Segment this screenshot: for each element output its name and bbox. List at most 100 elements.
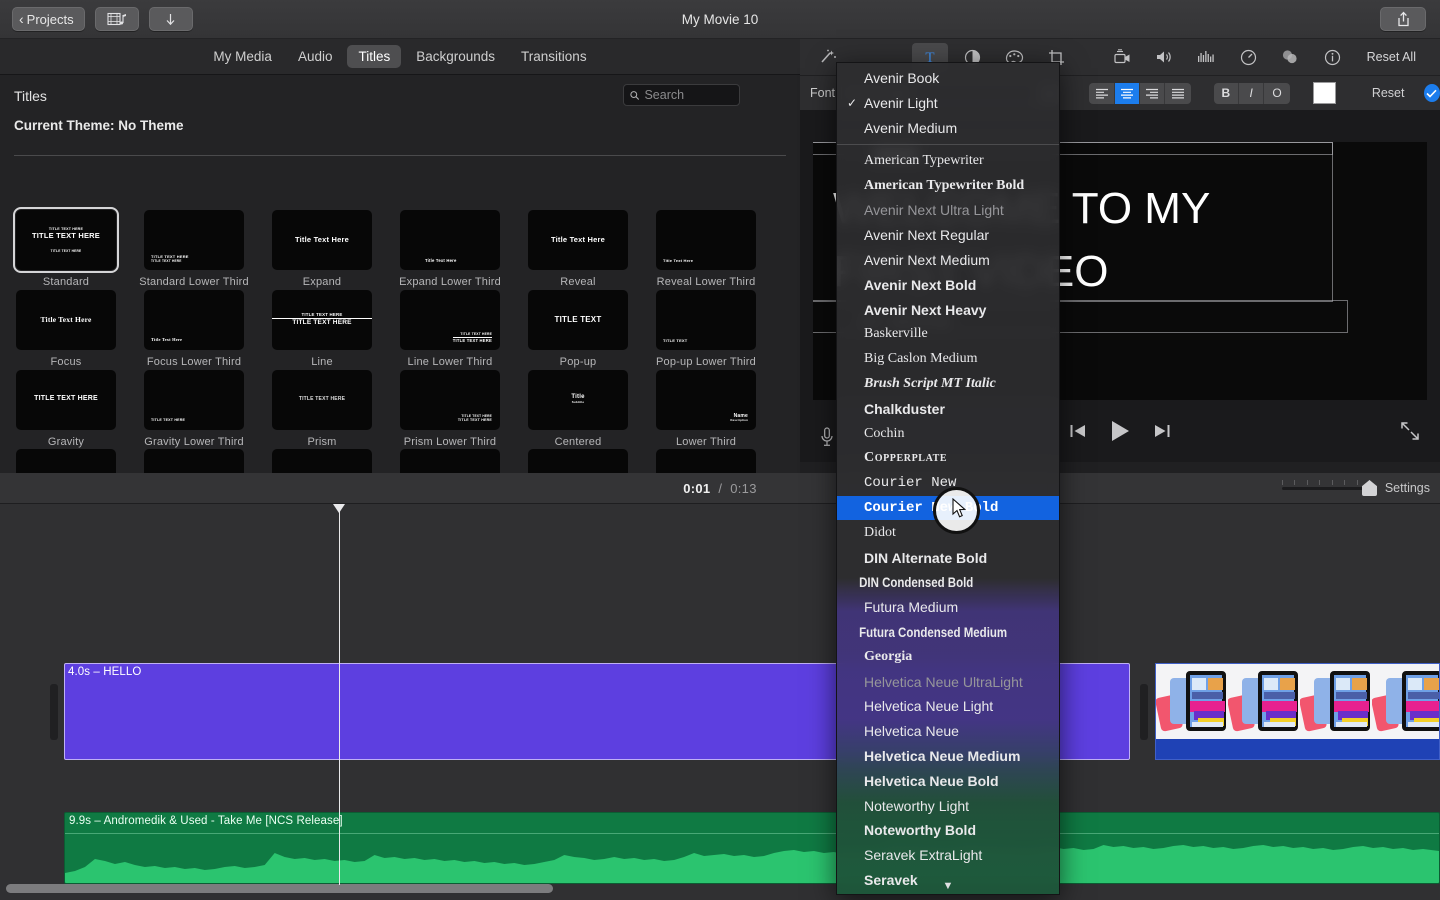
timeline-area[interactable]: 4.0s – HELLO [0,504,1440,900]
tab-backgrounds[interactable]: Backgrounds [405,45,506,68]
font-menu-item[interactable]: Helvetica Neue [837,719,1059,744]
font-menu-item[interactable]: Helvetica Neue UltraLight [837,669,1059,694]
align-justify-icon[interactable] [1165,83,1190,104]
apply-check-button[interactable] [1424,84,1440,102]
title-item-row4-d[interactable] [393,449,507,473]
font-menu-item[interactable]: Avenir Medium [837,116,1059,141]
projects-back-button[interactable]: ‹ Projects [12,7,85,31]
skip-forward-icon[interactable] [1153,423,1171,444]
timeline-video-clip[interactable] [1155,663,1440,760]
font-menu-item[interactable]: Helvetica Neue Bold [837,768,1059,793]
tab-audio[interactable]: Audio [287,45,344,68]
info-icon[interactable] [1314,43,1350,71]
title-item-row4-e[interactable]: Title [521,449,635,473]
text-color-swatch[interactable] [1313,82,1337,104]
reset-button[interactable]: Reset [1372,86,1405,100]
font-menu-item[interactable]: Avenir Next Ultra Light [837,198,1059,223]
title-item-lower-third[interactable]: Name Description Lower Third [649,370,763,450]
skip-back-icon[interactable] [1069,423,1087,444]
font-menu-item[interactable]: Big Caslon Medium [837,347,1059,372]
title-item-focus[interactable]: Title Text Here Focus [9,290,123,370]
font-menu-item[interactable]: Avenir Next Regular [837,223,1059,248]
title-item-row4-b[interactable]: Name [137,449,251,473]
outline-button[interactable]: O [1264,83,1289,104]
scrollbar-thumb[interactable] [6,884,553,893]
title-item-focus-lower-third[interactable]: Title Text Here Focus Lower Third [137,290,251,370]
font-menu-item[interactable]: Chalkduster [837,396,1059,421]
speed-icon[interactable] [1230,43,1266,71]
play-icon[interactable] [1109,419,1131,448]
title-item-centered[interactable]: Title Subtitle Centered [521,370,635,450]
title-item-line-lower-third[interactable]: TITLE TEXT HERE TITLE TEXT HERE Line Low… [393,290,507,370]
clip-drag-handle-left[interactable] [50,684,58,740]
playhead[interactable] [339,504,340,885]
import-download-button[interactable] [149,7,193,31]
title-item-gravity-lower-third[interactable]: TITLE TEXT HERE Gravity Lower Third [137,370,251,450]
volume-icon[interactable] [1146,43,1182,71]
font-menu-item[interactable]: Helvetica Neue Light [837,694,1059,719]
title-item-pop-up[interactable]: TITLE TEXT Pop-up [521,290,635,370]
timeline-horizontal-scrollbar[interactable] [0,884,1440,897]
title-item-prism[interactable]: TITLE TEXT HERE Prism [265,370,379,450]
title-item-prism-lower-third[interactable]: TITLE TEXT HERE TITLE TEXT HERE Prism Lo… [393,370,507,450]
title-item-row4-f[interactable]: Title [649,449,763,473]
font-menu-item[interactable]: Noteworthy Light [837,793,1059,818]
media-library-button[interactable] [95,7,139,31]
font-menu-item[interactable]: Georgia [837,644,1059,669]
font-menu-item[interactable]: Avenir Next Bold [837,272,1059,297]
title-item-expand-lower-third[interactable]: Title Text Here Expand Lower Third [393,210,507,290]
title-item-row4-c[interactable] [265,449,379,473]
font-menu-item[interactable]: Avenir Book [837,66,1059,91]
bold-button[interactable]: B [1214,83,1239,104]
align-center-icon[interactable] [1115,83,1140,104]
align-right-icon[interactable] [1140,83,1165,104]
font-menu-item[interactable]: American Typewriter [837,148,1059,173]
tab-my-media[interactable]: My Media [202,45,283,68]
title-item-standard-lower-third[interactable]: TITLE TEXT HERE TITLE TEXT HERE Standard… [137,210,251,290]
font-menu-item[interactable]: American Typewriter Bold [837,173,1059,198]
title-item-gravity[interactable]: TITLE TEXT HERE Gravity [9,370,123,450]
font-menu-item[interactable]: DIN Condensed Bold [837,570,1019,595]
clip-drag-handle-right[interactable] [1140,684,1148,740]
font-menu-item[interactable]: Helvetica Neue Medium [837,744,1059,769]
font-menu-item[interactable]: Brush Script MT Italic [837,372,1059,397]
stabilization-icon[interactable] [1104,43,1140,71]
font-menu-item[interactable]: Seravek ExtraLight [837,843,1059,868]
timeline-zoom-slider[interactable] [1282,473,1370,504]
filter-icon[interactable] [1272,43,1308,71]
title-item-reveal-lower-third[interactable]: Title Text Here Reveal Lower Third [649,210,763,290]
expand-fullscreen-icon[interactable] [1400,421,1420,446]
font-menu-item[interactable]: ✓Avenir Light [837,91,1059,116]
settings-button[interactable]: Settings [1385,481,1430,495]
share-button[interactable] [1380,7,1426,31]
title-item-line[interactable]: TITLE TEXT HERE TITLE TEXT HERE Line [265,290,379,370]
timeline-audio-clip[interactable]: 9.9s – Andromedik & Used - Take Me [NCS … [64,812,1440,884]
reset-all-button[interactable]: Reset All [1367,50,1416,64]
italic-button[interactable]: I [1239,83,1264,104]
font-menu-item[interactable]: Futura Condensed Medium [837,620,1019,645]
title-item-standard[interactable]: TITLE TEXT HERE TITLE TEXT HERE TITLE TE… [9,210,123,290]
titles-scroll-area[interactable]: TITLE TEXT HERE TITLE TEXT HERE TITLE TE… [0,196,800,473]
zoom-slider-track[interactable] [1282,487,1370,490]
font-menu-item[interactable]: DIN Alternate Bold [837,545,1059,570]
font-menu-item[interactable]: Baskerville [837,322,1059,347]
tab-transitions[interactable]: Transitions [510,45,598,68]
title-item-expand[interactable]: Title Text Here Expand [265,210,379,290]
align-left-icon[interactable] [1089,83,1114,104]
font-menu-item[interactable]: Cochin [837,421,1059,446]
font-menu-item[interactable]: Futura Medium [837,595,1059,620]
title-item-row4-a[interactable] [9,449,123,473]
title-item-pop-up-lower-third[interactable]: TITLE TEXT Pop-up Lower Third [649,290,763,370]
title-item-reveal[interactable]: Title Text Here Reveal [521,210,635,290]
font-menu-item[interactable]: Avenir Next Medium [837,248,1059,273]
font-family-dropdown-menu[interactable]: Avenir Book✓Avenir LightAvenir Medium Ame… [836,62,1060,895]
font-menu-item[interactable]: Noteworthy Bold [837,818,1059,843]
font-menu-item[interactable]: Avenir Next Heavy [837,297,1059,322]
search-field-wrapper[interactable] [623,84,740,106]
font-menu-item-label: DIN Alternate Bold [864,550,987,566]
search-input[interactable] [644,88,733,102]
equalizer-icon[interactable] [1188,43,1224,71]
tab-titles[interactable]: Titles [347,45,401,68]
font-menu-item[interactable]: Copperplate [837,446,1059,471]
scroll-down-arrow-icon[interactable]: ▼ [837,880,1059,892]
